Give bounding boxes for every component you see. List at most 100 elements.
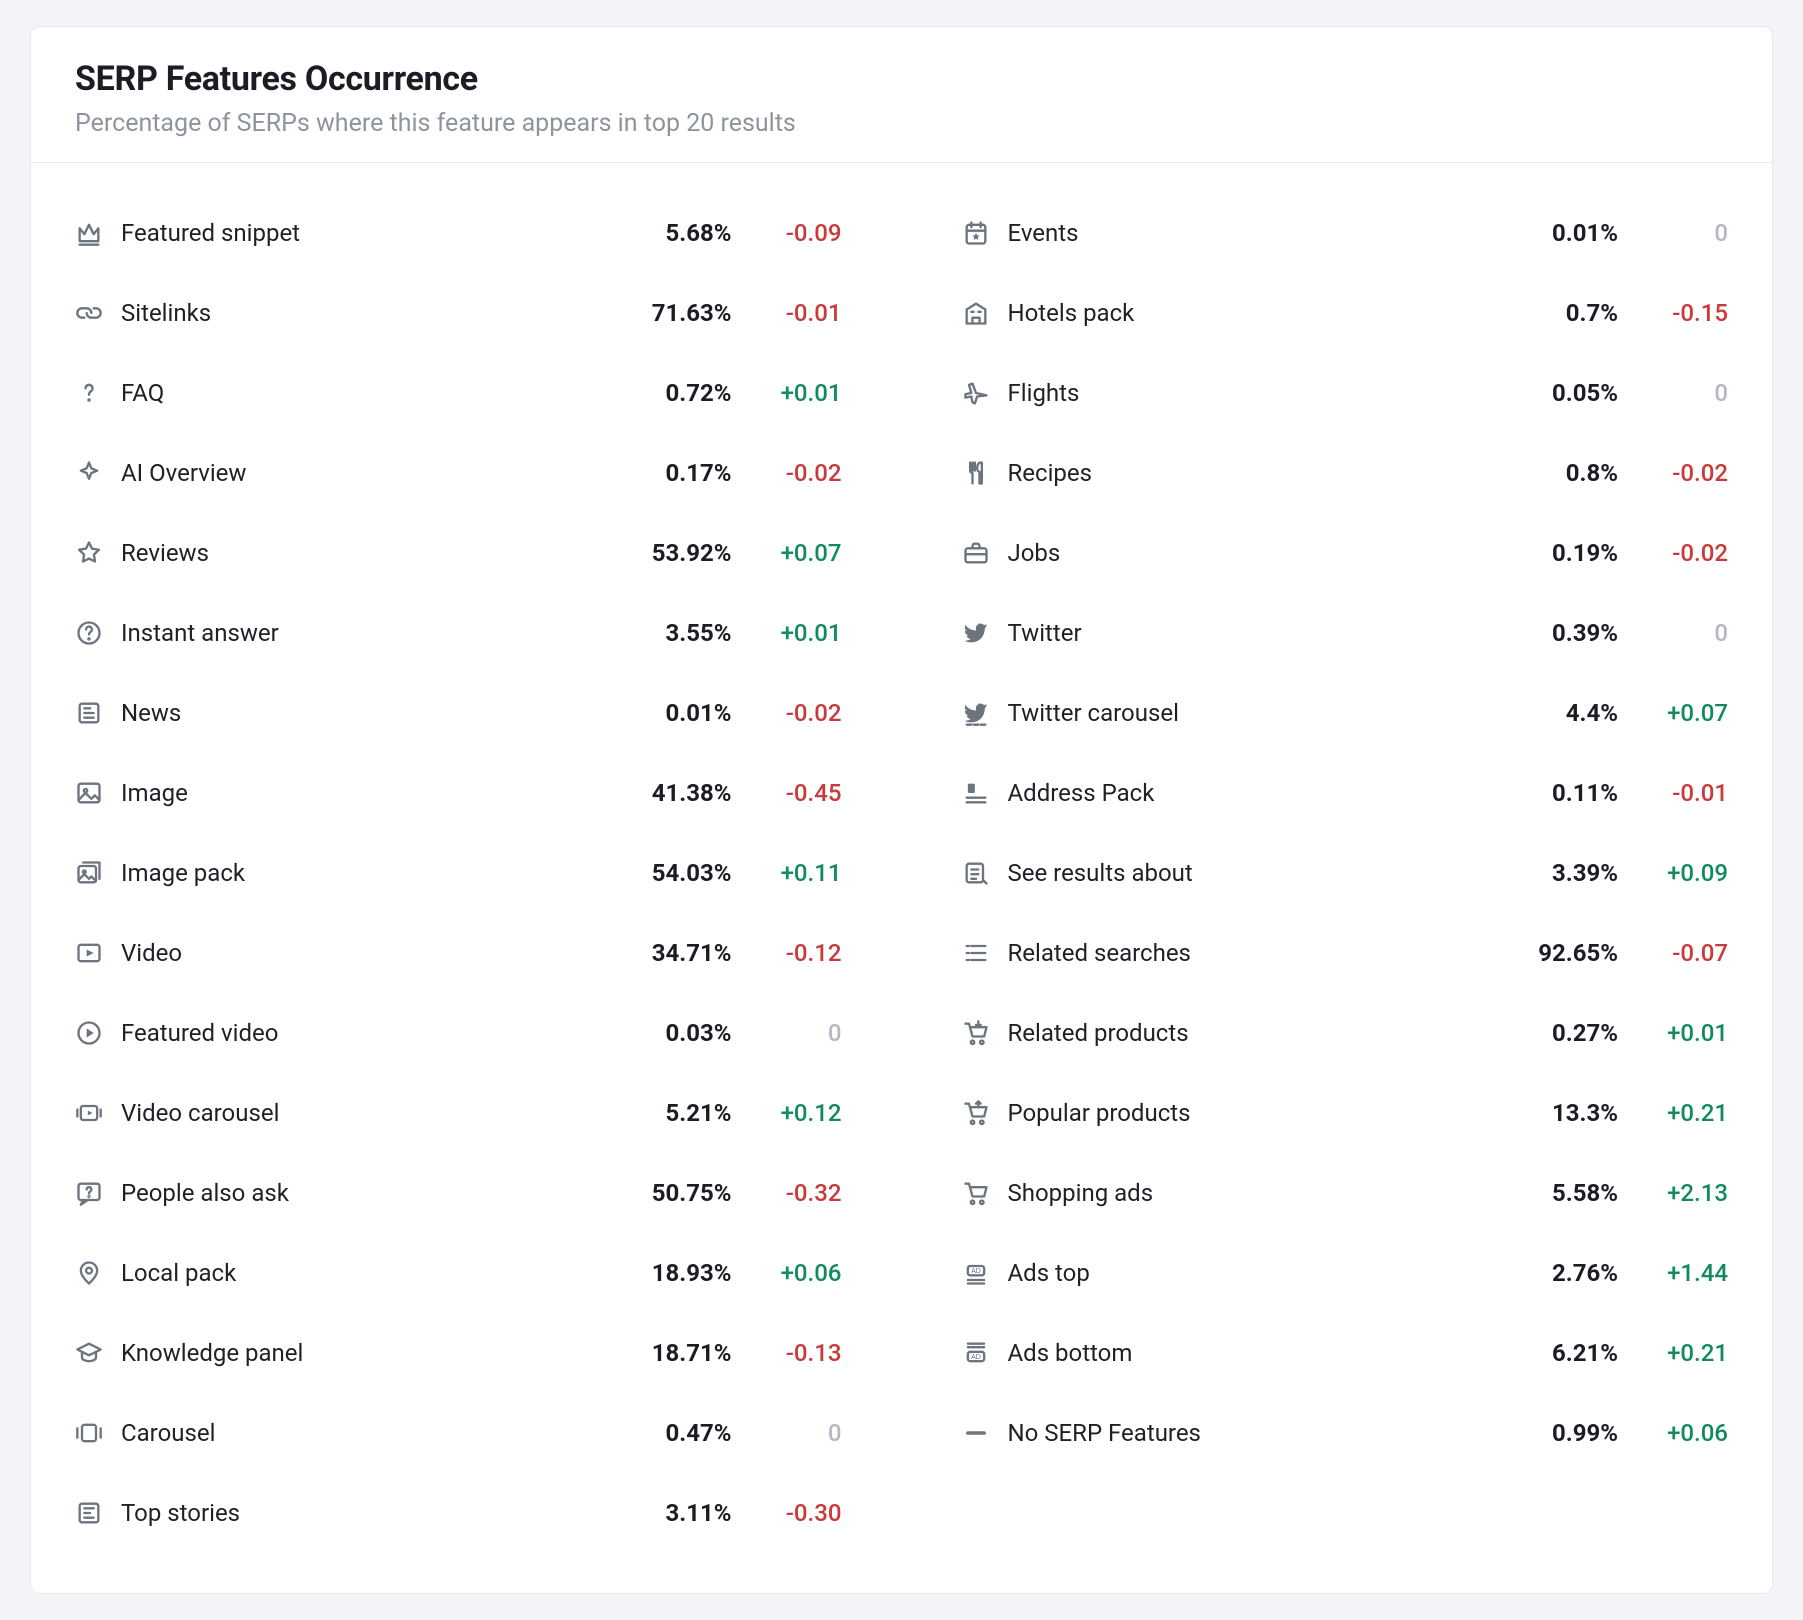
results-about-icon (962, 859, 1008, 887)
feature-percentage: 0.72% (602, 379, 732, 407)
carousel-icon (75, 1419, 121, 1447)
feature-percentage: 4.4% (1488, 699, 1618, 727)
feature-label: Events (1008, 219, 1489, 247)
plane-icon (962, 379, 1008, 407)
feature-delta: +0.12 (732, 1099, 842, 1127)
feature-column: Featured snippet5.68%-0.09Sitelinks71.63… (75, 193, 842, 1553)
briefcase-icon (962, 539, 1008, 567)
video-icon (75, 939, 121, 967)
feature-percentage: 53.92% (602, 539, 732, 567)
feature-percentage: 3.39% (1488, 859, 1618, 887)
card-header: SERP Features Occurrence Percentage of S… (31, 27, 1772, 163)
feature-label: Popular products (1008, 1099, 1489, 1127)
feature-percentage: 0.27% (1488, 1019, 1618, 1047)
feature-delta: +0.09 (1618, 859, 1728, 887)
feature-label: Reviews (121, 539, 602, 567)
feature-delta: +0.01 (732, 379, 842, 407)
feature-delta: +0.07 (732, 539, 842, 567)
feature-label: Related searches (1008, 939, 1489, 967)
feature-delta: -0.13 (732, 1339, 842, 1367)
feature-delta: +0.11 (732, 859, 842, 887)
feature-label: Video carousel (121, 1099, 602, 1127)
feature-delta: -0.45 (732, 779, 842, 807)
news-icon (75, 699, 121, 727)
feature-delta: 0 (732, 1419, 842, 1447)
feature-delta: -0.07 (1618, 939, 1728, 967)
feature-delta: +1.44 (1618, 1259, 1728, 1287)
video-carousel-icon (75, 1099, 121, 1127)
feature-label: Twitter carousel (1008, 699, 1489, 727)
card-body: Featured snippet5.68%-0.09Sitelinks71.63… (31, 163, 1772, 1593)
feature-delta: +0.01 (1618, 1019, 1728, 1047)
cart-popular-icon (962, 1099, 1008, 1127)
feature-delta: -0.12 (732, 939, 842, 967)
feature-label: News (121, 699, 602, 727)
feature-percentage: 18.71% (602, 1339, 732, 1367)
star-icon (75, 539, 121, 567)
feature-delta: -0.09 (732, 219, 842, 247)
feature-delta: +0.21 (1618, 1339, 1728, 1367)
feature-delta: 0 (1618, 379, 1728, 407)
feature-label: Knowledge panel (121, 1339, 602, 1367)
feature-row: Related products0.27%+0.01 (962, 993, 1729, 1073)
feature-label: Carousel (121, 1419, 602, 1447)
feature-percentage: 5.68% (602, 219, 732, 247)
feature-label: Featured snippet (121, 219, 602, 247)
feature-row: Twitter carousel4.4%+0.07 (962, 673, 1729, 753)
feature-row: People also ask50.75%-0.32 (75, 1153, 842, 1233)
sparkle-icon (75, 459, 121, 487)
link-icon (75, 299, 121, 327)
feature-label: Flights (1008, 379, 1489, 407)
feature-percentage: 0.03% (602, 1019, 732, 1047)
play-circle-icon (75, 1019, 121, 1047)
feature-percentage: 0.99% (1488, 1419, 1618, 1447)
feature-row: FAQ0.72%+0.01 (75, 353, 842, 433)
feature-percentage: 0.01% (602, 699, 732, 727)
feature-label: Sitelinks (121, 299, 602, 327)
cart-related-icon (962, 1019, 1008, 1047)
image-icon (75, 779, 121, 807)
feature-label: No SERP Features (1008, 1419, 1489, 1447)
feature-percentage: 2.76% (1488, 1259, 1618, 1287)
feature-delta: +0.06 (732, 1259, 842, 1287)
feature-delta: +2.13 (1618, 1179, 1728, 1207)
feature-row: Sitelinks71.63%-0.01 (75, 273, 842, 353)
feature-label: Recipes (1008, 459, 1489, 487)
feature-row: Jobs0.19%-0.02 (962, 513, 1729, 593)
feature-label: Local pack (121, 1259, 602, 1287)
feature-label: AI Overview (121, 459, 602, 487)
image-pack-icon (75, 859, 121, 887)
feature-row: Video carousel5.21%+0.12 (75, 1073, 842, 1153)
feature-percentage: 5.21% (602, 1099, 732, 1127)
feature-row: See results about3.39%+0.09 (962, 833, 1729, 913)
list-icon (962, 939, 1008, 967)
feature-row: Ads bottom6.21%+0.21 (962, 1313, 1729, 1393)
feature-label: Video (121, 939, 602, 967)
twitter-carousel-icon (962, 699, 1008, 727)
feature-row: Flights0.05%0 (962, 353, 1729, 433)
feature-row: Video34.71%-0.12 (75, 913, 842, 993)
twitter-icon (962, 619, 1008, 647)
feature-row: Featured snippet5.68%-0.09 (75, 193, 842, 273)
feature-percentage: 54.03% (602, 859, 732, 887)
feature-row: Related searches92.65%-0.07 (962, 913, 1729, 993)
serp-features-card: SERP Features Occurrence Percentage of S… (30, 26, 1773, 1594)
hotel-icon (962, 299, 1008, 327)
crown-icon (75, 219, 121, 247)
feature-percentage: 50.75% (602, 1179, 732, 1207)
feature-percentage: 0.05% (1488, 379, 1618, 407)
feature-label: Image (121, 779, 602, 807)
feature-percentage: 41.38% (602, 779, 732, 807)
utensils-icon (962, 459, 1008, 487)
feature-label: Instant answer (121, 619, 602, 647)
feature-percentage: 3.55% (602, 619, 732, 647)
graduation-icon (75, 1339, 121, 1367)
feature-percentage: 71.63% (602, 299, 732, 327)
feature-row: AI Overview0.17%-0.02 (75, 433, 842, 513)
feature-label: FAQ (121, 379, 602, 407)
feature-percentage: 0.19% (1488, 539, 1618, 567)
feature-label: Image pack (121, 859, 602, 887)
feature-label: Address Pack (1008, 779, 1489, 807)
card-title: SERP Features Occurrence (75, 59, 1728, 99)
minus-icon (962, 1419, 1008, 1447)
